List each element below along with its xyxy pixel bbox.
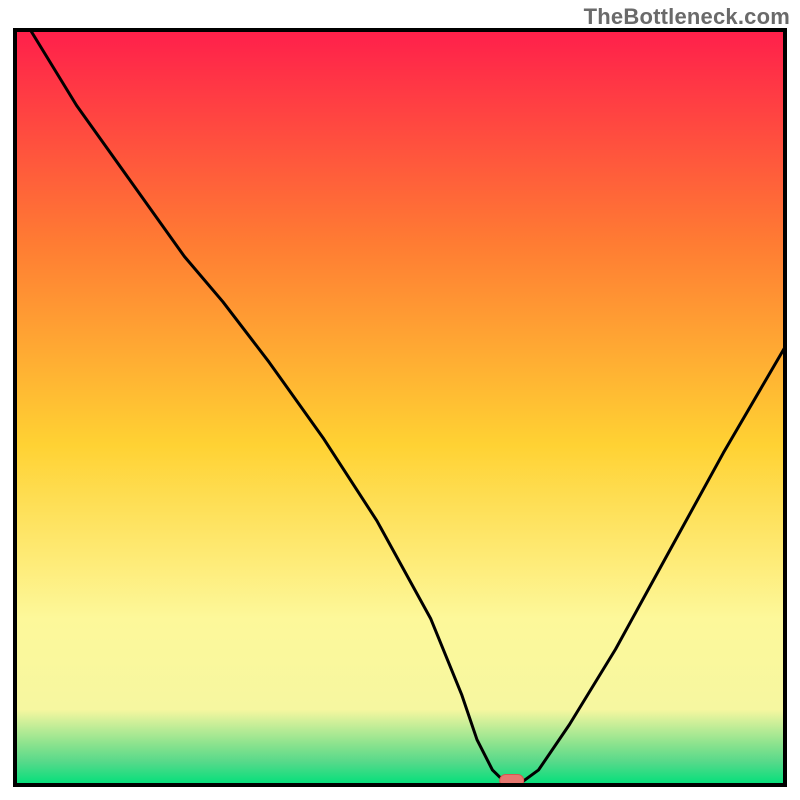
gradient-background: [15, 30, 785, 785]
plot-area: [15, 30, 785, 787]
watermark-label: TheBottleneck.com: [584, 4, 790, 30]
bottleneck-chart: [0, 0, 800, 800]
chart-stage: TheBottleneck.com: [0, 0, 800, 800]
